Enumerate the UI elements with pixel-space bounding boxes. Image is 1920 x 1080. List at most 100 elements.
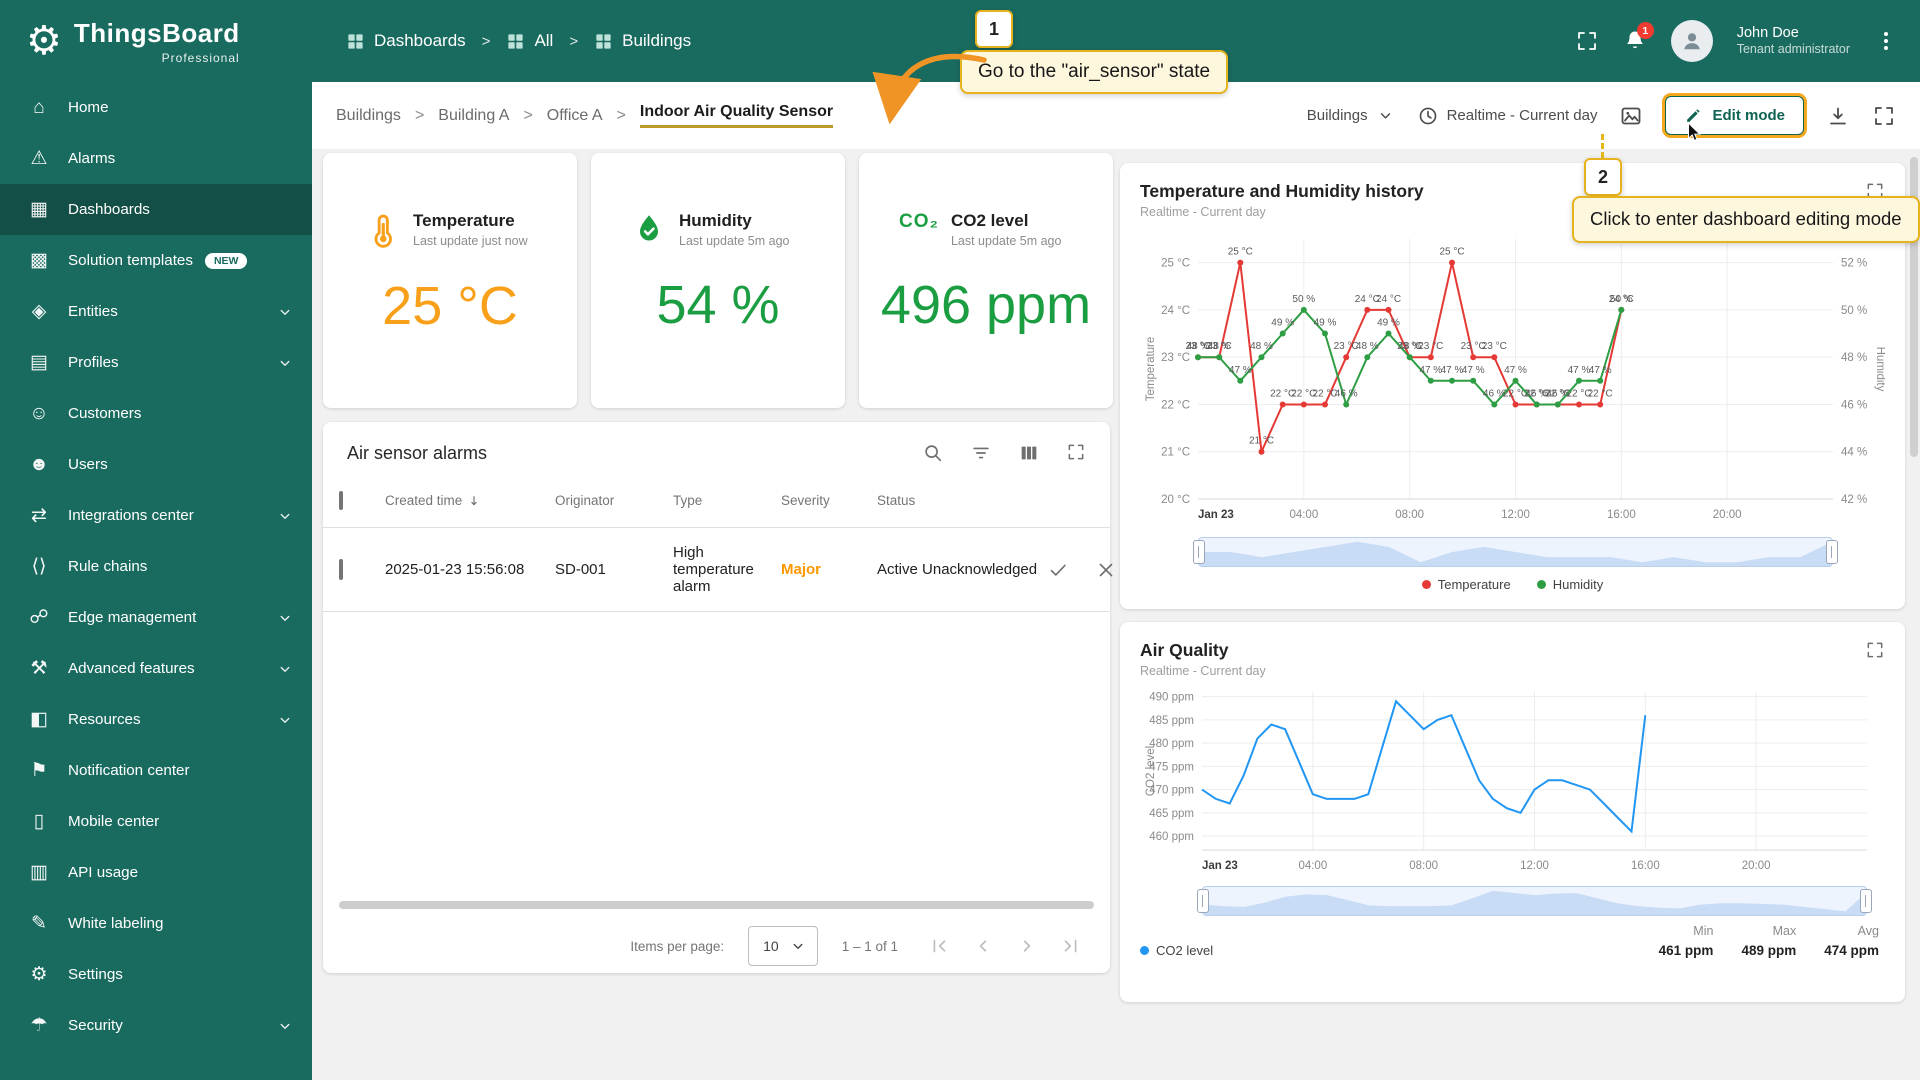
sidebar-item-mobile-center[interactable]: ▯ Mobile center bbox=[0, 796, 312, 847]
fullscreen-icon[interactable] bbox=[1575, 29, 1599, 53]
dashboard-state-select[interactable]: Buildings bbox=[1307, 106, 1395, 125]
mouse-cursor-icon bbox=[1682, 120, 1706, 144]
sidebar-item-entities[interactable]: ◈ Entities bbox=[0, 286, 312, 337]
sidebar-item-alarms[interactable]: ⚠ Alarms bbox=[0, 133, 312, 184]
clock-icon bbox=[1417, 105, 1439, 127]
last-page-icon[interactable] bbox=[1060, 935, 1082, 957]
brush-handle-right[interactable] bbox=[1860, 889, 1872, 913]
breadcrumb-separator: > bbox=[481, 32, 491, 50]
acknowledge-icon[interactable] bbox=[1047, 559, 1069, 581]
dashboard-breadcrumb: Buildings > Building A > Office A > Indo… bbox=[336, 103, 834, 128]
avatar[interactable] bbox=[1670, 20, 1713, 62]
sidebar-item-api-usage[interactable]: ▥ API usage bbox=[0, 847, 312, 898]
chart-scrollbar[interactable] bbox=[1193, 537, 1838, 567]
first-page-icon[interactable] bbox=[928, 935, 950, 957]
air-quality-widget: Air Quality Realtime - Current day 460 p… bbox=[1120, 622, 1905, 1002]
previous-page-icon[interactable] bbox=[972, 935, 994, 957]
svg-text:47 %: 47 % bbox=[1589, 365, 1612, 376]
brush-handle-left[interactable] bbox=[1197, 889, 1209, 913]
pagination-range: 1 – 1 of 1 bbox=[841, 938, 898, 954]
image-gallery-icon[interactable] bbox=[1619, 104, 1643, 128]
svg-text:50 %: 50 % bbox=[1610, 294, 1633, 305]
kebab-menu-icon[interactable] bbox=[1874, 29, 1898, 53]
next-page-icon[interactable] bbox=[1016, 935, 1038, 957]
user-info: John Doe Tenant administrator bbox=[1737, 24, 1850, 58]
sidebar-item-edge-management[interactable]: ☍ Edge management bbox=[0, 592, 312, 643]
svg-text:46 %: 46 % bbox=[1546, 389, 1569, 400]
sidebar-item-home[interactable]: ⌂ Home bbox=[0, 82, 312, 133]
legend-humidity[interactable]: Humidity bbox=[1536, 577, 1603, 592]
column-type[interactable]: Type bbox=[673, 493, 781, 508]
chart-scrollbar[interactable] bbox=[1197, 886, 1872, 916]
sidebar-item-resources[interactable]: ◧ Resources bbox=[0, 694, 312, 745]
sidebar-item-dashboards[interactable]: ▦ Dashboards bbox=[0, 184, 312, 235]
search-icon[interactable] bbox=[922, 442, 944, 464]
fullscreen-icon[interactable] bbox=[1872, 104, 1896, 128]
air-sensor-alarms-widget: Air sensor alarms Created time Originato… bbox=[323, 422, 1110, 973]
breadcrumb-dashboards[interactable]: Dashboards bbox=[346, 31, 466, 51]
chevron-down-icon bbox=[276, 711, 294, 729]
fullscreen-icon[interactable] bbox=[1865, 640, 1885, 660]
breadcrumb-office-a[interactable]: Office A bbox=[547, 107, 603, 125]
chart-stats: Min 461 ppm Max 489 ppm Avg 474 ppm bbox=[1658, 924, 1879, 958]
svg-text:23 °C: 23 °C bbox=[1482, 341, 1507, 352]
sidebar-item-solution-templates[interactable]: ▩ Solution templates NEW bbox=[0, 235, 312, 286]
breadcrumb-building-a[interactable]: Building A bbox=[438, 107, 509, 125]
chevron-down-icon bbox=[276, 609, 294, 627]
row-checkbox[interactable] bbox=[339, 559, 343, 580]
svg-text:Humidity: Humidity bbox=[1874, 347, 1885, 392]
svg-text:08:00: 08:00 bbox=[1395, 509, 1424, 521]
alarm-table-row[interactable]: 2025-01-23 15:56:08 SD-001 High temperat… bbox=[323, 528, 1110, 612]
breadcrumb-all[interactable]: All bbox=[506, 31, 553, 51]
svg-text:49 %: 49 % bbox=[1377, 318, 1400, 329]
sidebar-item-white-labeling[interactable]: ✎ White labeling bbox=[0, 898, 312, 949]
svg-text:25 °C: 25 °C bbox=[1439, 247, 1464, 258]
items-per-page-select[interactable]: 10 bbox=[748, 926, 818, 966]
tutorial-step-2-bubble: Click to enter dashboard editing mode bbox=[1572, 196, 1920, 243]
column-status[interactable]: Status bbox=[877, 493, 1047, 508]
dashboard-grid-icon bbox=[346, 32, 365, 51]
sidebar-item-users[interactable]: ☻ Users bbox=[0, 439, 312, 490]
column-originator[interactable]: Originator bbox=[555, 493, 673, 508]
legend-temperature[interactable]: Temperature bbox=[1421, 577, 1511, 592]
column-created-time[interactable]: Created time bbox=[385, 493, 555, 509]
thermometer-icon bbox=[363, 211, 401, 249]
sidebar-item-settings[interactable]: ⚙ Settings bbox=[0, 949, 312, 1000]
logo-subtitle: Professional bbox=[161, 50, 240, 65]
clear-alarm-icon[interactable] bbox=[1095, 559, 1117, 581]
settings-icon: ⚙ bbox=[30, 964, 48, 985]
chevron-down-icon bbox=[276, 303, 294, 321]
user-name: John Doe bbox=[1736, 25, 1799, 42]
svg-text:465 ppm: 465 ppm bbox=[1149, 808, 1194, 820]
breadcrumb-buildings[interactable]: Buildings bbox=[594, 31, 691, 51]
chevron-down-icon bbox=[1376, 106, 1395, 125]
sidebar-item-advanced-features[interactable]: ⚒ Advanced features bbox=[0, 643, 312, 694]
brush-handle-right[interactable] bbox=[1826, 540, 1838, 564]
sidebar-item-rule-chains[interactable]: ⟨⟩ Rule chains bbox=[0, 541, 312, 592]
sidebar: ⌂ Home ⚠ Alarms ▦ Dashboards ▩ Solution temp… bbox=[0, 82, 312, 1080]
sidebar-item-integrations-center[interactable]: ⇄ Integrations center bbox=[0, 490, 312, 541]
svg-text:485 ppm: 485 ppm bbox=[1149, 715, 1194, 727]
sidebar-item-notification-center[interactable]: ⚑ Notification center bbox=[0, 745, 312, 796]
sidebar-item-customers[interactable]: ☺ Customers bbox=[0, 388, 312, 439]
sidebar-item-profiles[interactable]: ▤ Profiles bbox=[0, 337, 312, 388]
edge-management-icon: ☍ bbox=[29, 607, 49, 628]
select-all-checkbox[interactable] bbox=[339, 491, 343, 510]
alarm-type: High temperature alarm bbox=[673, 544, 754, 595]
sidebar-item-security[interactable]: ☂ Security bbox=[0, 1000, 312, 1051]
breadcrumb-buildings-dashboard[interactable]: Buildings bbox=[336, 107, 401, 125]
co2-widget: CO₂ CO2 level Last update 5m ago 496 ppm bbox=[859, 153, 1113, 408]
fullscreen-icon[interactable] bbox=[1066, 442, 1086, 462]
chart-legend: Temperature Humidity bbox=[1140, 577, 1885, 592]
breadcrumb-indoor-air-quality-sensor[interactable]: Indoor Air Quality Sensor bbox=[639, 103, 834, 128]
columns-icon[interactable] bbox=[1018, 442, 1040, 464]
legend-co2[interactable]: CO2 level bbox=[1140, 943, 1213, 958]
horizontal-scrollbar[interactable] bbox=[339, 901, 1094, 909]
download-icon[interactable] bbox=[1826, 104, 1850, 128]
notifications-button[interactable]: 1 bbox=[1623, 22, 1654, 53]
svg-text:46 %: 46 % bbox=[1483, 389, 1506, 400]
column-severity[interactable]: Severity bbox=[781, 493, 877, 508]
timewindow-button[interactable]: Realtime - Current day bbox=[1417, 105, 1597, 127]
filter-icon[interactable] bbox=[970, 442, 992, 464]
brush-handle-left[interactable] bbox=[1193, 540, 1205, 564]
